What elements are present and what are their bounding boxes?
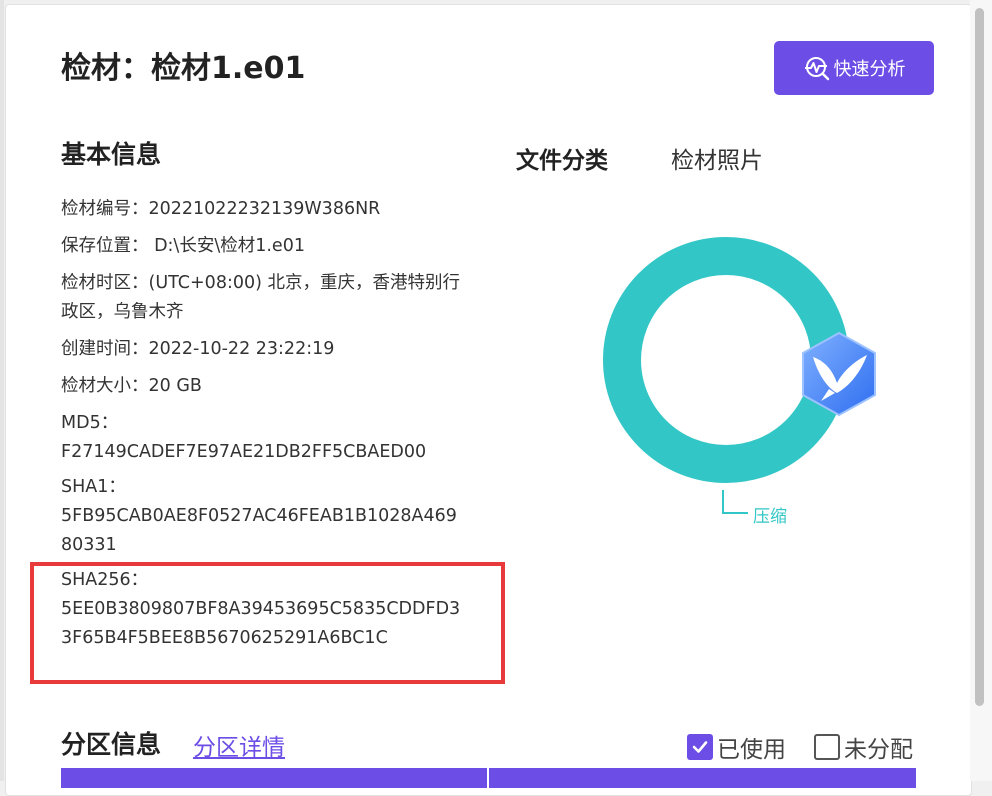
info-row-save-location: 保存位置： D:\长安\检材1.e01 [61, 232, 461, 261]
info-row-timezone: 检材时区：(UTC+08:00) 北京，重庆，香港特别行政区，乌鲁木齐 [61, 269, 461, 327]
app-logo-icon [802, 331, 876, 417]
hash-row-md5: MD5： F27149CADEF7E97AE21DB2FF5CBAED00 [61, 409, 461, 467]
chart-leader-line [722, 490, 748, 514]
tab-evidence-photos[interactable]: 检材照片 [671, 141, 763, 175]
partition-info-title: 分区信息 [61, 730, 162, 759]
partition-bar-divider [487, 768, 489, 788]
quick-analysis-label: 快速分析 [833, 59, 906, 80]
info-value: D:\长安\检材1.e01 [148, 236, 305, 256]
left-edge-strip [0, 0, 4, 781]
hash-row-sha1: SHA1： 5FB95CAB0AE8F0527AC46FEAB1B1028A469… [61, 473, 461, 560]
info-row-evidence-id: 检材编号：20221022232139W386NR [61, 195, 461, 224]
info-label: 检材编号： [61, 199, 149, 219]
chart-label-compressed: 压缩 [753, 507, 787, 527]
scrollbar-thumb[interactable] [975, 8, 984, 706]
analysis-icon [804, 57, 829, 81]
info-label: 检材大小： [61, 376, 149, 396]
info-label: 检材时区： [61, 273, 149, 293]
page-title: 检材：检材1.e01 [61, 51, 306, 86]
checkbox-checked-icon [687, 734, 713, 760]
legend-used-label: 已使用 [717, 737, 786, 763]
legend-unallocated-checkbox[interactable]: 未分配 [814, 730, 913, 764]
info-value: 20221022232139W386NR [148, 199, 381, 219]
quick-analysis-button[interactable]: 快速分析 [774, 41, 934, 95]
partition-details-link[interactable]: 分区详情 [193, 728, 285, 762]
legend-used-checkbox[interactable]: 已使用 [687, 730, 786, 764]
info-value: 20 GB [148, 376, 202, 396]
hash-value: F27149CADEF7E97AE21DB2FF5CBAED00 [61, 442, 427, 462]
info-label: 保存位置： [61, 236, 149, 256]
tab-file-category[interactable]: 文件分类 [516, 141, 608, 175]
info-row-size: 检材大小：20 GB [61, 372, 461, 401]
vertical-scrollbar[interactable] [970, 0, 992, 781]
info-label: 创建时间： [61, 339, 149, 359]
legend-unallocated-label: 未分配 [844, 737, 913, 763]
checkbox-unchecked-icon [814, 734, 840, 760]
hash-value: 5FB95CAB0AE8F0527AC46FEAB1B1028A46980331 [61, 506, 457, 555]
info-row-created-time: 创建时间：2022-10-22 23:22:19 [61, 335, 461, 364]
hash-label: MD5： [61, 413, 119, 433]
basic-info-title: 基本信息 [61, 140, 162, 169]
partition-usage-bar [61, 768, 916, 788]
hash-label: SHA1： [61, 477, 126, 497]
evidence-detail-card: 检材：检材1.e01 快速分析 基本信息 检材编号：20221022232139… [5, 4, 972, 796]
info-value: 2022-10-22 23:22:19 [148, 339, 335, 359]
sha256-highlight-box [30, 562, 505, 684]
